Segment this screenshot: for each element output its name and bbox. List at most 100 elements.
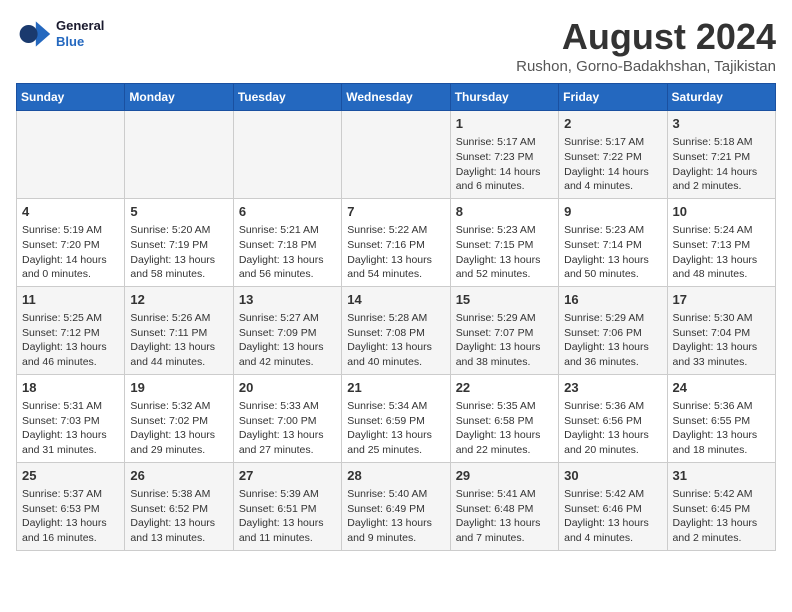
calendar-cell: 5Sunrise: 5:20 AM Sunset: 7:19 PM Daylig… bbox=[125, 198, 233, 286]
day-info: Sunrise: 5:33 AM Sunset: 7:00 PM Dayligh… bbox=[239, 399, 336, 458]
calendar-cell: 9 Sunrise: 5:23 AM Sunset: 7:14 PM Daylig… bbox=[559, 198, 667, 286]
day-info: Sunrise: 5:21 AM Sunset: 7:18 PM Dayligh… bbox=[239, 223, 336, 282]
day-number: 15 bbox=[456, 291, 553, 309]
day-info: Sunrise: 5:23 AM Sunset: 7:14 PM Dayligh… bbox=[564, 223, 661, 282]
calendar-cell: 28 Sunrise: 5:40 AM Sunset: 6:49 PM Dayli… bbox=[342, 462, 450, 550]
weekday-header-sunday: Sunday bbox=[17, 84, 125, 111]
calendar-cell: 2 Sunrise: 5:17 AM Sunset: 7:22 PM Daylig… bbox=[559, 111, 667, 199]
calendar-week-3: 11Sunrise: 5:25 AM Sunset: 7:12 PM Dayli… bbox=[17, 286, 776, 374]
calendar-cell: 1 Sunrise: 5:17 AM Sunset: 7:23 PM Daylig… bbox=[450, 111, 558, 199]
day-number: 3 bbox=[673, 115, 770, 133]
weekday-header-row: SundayMondayTuesdayWednesdayThursdayFrid… bbox=[17, 84, 776, 111]
calendar-cell: 27Sunrise: 5:39 AM Sunset: 6:51 PM Dayli… bbox=[233, 462, 341, 550]
calendar-cell: 12 Sunrise: 5:26 AM Sunset: 7:11 PM Dayli… bbox=[125, 286, 233, 374]
weekday-header-friday: Friday bbox=[559, 84, 667, 111]
day-info: Sunrise: 5:18 AM Sunset: 7:21 PM Dayligh… bbox=[673, 135, 770, 194]
calendar-cell bbox=[17, 111, 125, 199]
day-number: 12 bbox=[130, 291, 227, 309]
day-number: 9 bbox=[564, 203, 661, 221]
day-number: 5 bbox=[130, 203, 227, 221]
calendar-week-4: 18 Sunrise: 5:31 AM Sunset: 7:03 PM Dayli… bbox=[17, 374, 776, 462]
logo-line2: Blue bbox=[56, 34, 104, 50]
logo-icon bbox=[16, 16, 52, 52]
day-info: Sunrise: 5:41 AM Sunset: 6:48 PM Dayligh… bbox=[456, 487, 553, 546]
day-info: Sunrise: 5:34 AM Sunset: 6:59 PM Dayligh… bbox=[347, 399, 444, 458]
day-number: 24 bbox=[673, 379, 770, 397]
day-number: 16 bbox=[564, 291, 661, 309]
day-info: Sunrise: 5:30 AM Sunset: 7:04 PM Dayligh… bbox=[673, 311, 770, 370]
day-number: 1 bbox=[456, 115, 553, 133]
day-number: 22 bbox=[456, 379, 553, 397]
day-info: Sunrise: 5:32 AM Sunset: 7:02 PM Dayligh… bbox=[130, 399, 227, 458]
day-number: 14 bbox=[347, 291, 444, 309]
day-number: 27 bbox=[239, 467, 336, 485]
day-number: 19 bbox=[130, 379, 227, 397]
day-info: Sunrise: 5:28 AM Sunset: 7:08 PM Dayligh… bbox=[347, 311, 444, 370]
calendar-cell: 19 Sunrise: 5:32 AM Sunset: 7:02 PM Dayli… bbox=[125, 374, 233, 462]
day-number: 17 bbox=[673, 291, 770, 309]
calendar-cell: 23Sunrise: 5:36 AM Sunset: 6:56 PM Dayli… bbox=[559, 374, 667, 462]
day-number: 28 bbox=[347, 467, 444, 485]
day-info: Sunrise: 5:27 AM Sunset: 7:09 PM Dayligh… bbox=[239, 311, 336, 370]
day-info: Sunrise: 5:25 AM Sunset: 7:12 PM Dayligh… bbox=[22, 311, 119, 370]
calendar-cell: 13 Sunrise: 5:27 AM Sunset: 7:09 PM Dayli… bbox=[233, 286, 341, 374]
calendar-cell: 7Sunrise: 5:22 AM Sunset: 7:16 PM Daylig… bbox=[342, 198, 450, 286]
calendar-cell: 31 Sunrise: 5:42 AM Sunset: 6:45 PM Dayli… bbox=[667, 462, 775, 550]
day-number: 2 bbox=[564, 115, 661, 133]
day-info: Sunrise: 5:37 AM Sunset: 6:53 PM Dayligh… bbox=[22, 487, 119, 546]
day-number: 6 bbox=[239, 203, 336, 221]
calendar-cell bbox=[125, 111, 233, 199]
month-title: August 2024 bbox=[516, 16, 776, 58]
day-info: Sunrise: 5:31 AM Sunset: 7:03 PM Dayligh… bbox=[22, 399, 119, 458]
page-header: General Blue August 2024 Rushon, Gorno-B… bbox=[16, 16, 776, 75]
location: Rushon, Gorno-Badakhshan, Tajikistan bbox=[516, 58, 776, 75]
calendar-cell: 14 Sunrise: 5:28 AM Sunset: 7:08 PM Dayli… bbox=[342, 286, 450, 374]
logo-text: General Blue bbox=[56, 18, 104, 49]
day-number: 23 bbox=[564, 379, 661, 397]
day-number: 25 bbox=[22, 467, 119, 485]
logo: General Blue bbox=[16, 16, 104, 52]
calendar-cell: 11Sunrise: 5:25 AM Sunset: 7:12 PM Dayli… bbox=[17, 286, 125, 374]
calendar-cell: 20 Sunrise: 5:33 AM Sunset: 7:00 PM Dayli… bbox=[233, 374, 341, 462]
day-info: Sunrise: 5:19 AM Sunset: 7:20 PM Dayligh… bbox=[22, 223, 119, 282]
calendar-week-5: 25 Sunrise: 5:37 AM Sunset: 6:53 PM Dayli… bbox=[17, 462, 776, 550]
day-info: Sunrise: 5:26 AM Sunset: 7:11 PM Dayligh… bbox=[130, 311, 227, 370]
weekday-header-monday: Monday bbox=[125, 84, 233, 111]
title-block: August 2024 Rushon, Gorno-Badakhshan, Ta… bbox=[516, 16, 776, 75]
day-number: 4 bbox=[22, 203, 119, 221]
day-info: Sunrise: 5:24 AM Sunset: 7:13 PM Dayligh… bbox=[673, 223, 770, 282]
calendar-cell: 6 Sunrise: 5:21 AM Sunset: 7:18 PM Daylig… bbox=[233, 198, 341, 286]
day-info: Sunrise: 5:17 AM Sunset: 7:22 PM Dayligh… bbox=[564, 135, 661, 194]
calendar-cell: 18 Sunrise: 5:31 AM Sunset: 7:03 PM Dayli… bbox=[17, 374, 125, 462]
day-info: Sunrise: 5:40 AM Sunset: 6:49 PM Dayligh… bbox=[347, 487, 444, 546]
weekday-header-thursday: Thursday bbox=[450, 84, 558, 111]
day-info: Sunrise: 5:17 AM Sunset: 7:23 PM Dayligh… bbox=[456, 135, 553, 194]
day-info: Sunrise: 5:42 AM Sunset: 6:45 PM Dayligh… bbox=[673, 487, 770, 546]
day-info: Sunrise: 5:22 AM Sunset: 7:16 PM Dayligh… bbox=[347, 223, 444, 282]
day-info: Sunrise: 5:36 AM Sunset: 6:55 PM Dayligh… bbox=[673, 399, 770, 458]
day-info: Sunrise: 5:29 AM Sunset: 7:06 PM Dayligh… bbox=[564, 311, 661, 370]
day-number: 29 bbox=[456, 467, 553, 485]
calendar-cell bbox=[342, 111, 450, 199]
day-number: 31 bbox=[673, 467, 770, 485]
day-info: Sunrise: 5:23 AM Sunset: 7:15 PM Dayligh… bbox=[456, 223, 553, 282]
calendar-cell: 24 Sunrise: 5:36 AM Sunset: 6:55 PM Dayli… bbox=[667, 374, 775, 462]
day-number: 20 bbox=[239, 379, 336, 397]
day-number: 18 bbox=[22, 379, 119, 397]
calendar-week-2: 4 Sunrise: 5:19 AM Sunset: 7:20 PM Daylig… bbox=[17, 198, 776, 286]
calendar-cell bbox=[233, 111, 341, 199]
calendar-cell: 26Sunrise: 5:38 AM Sunset: 6:52 PM Dayli… bbox=[125, 462, 233, 550]
calendar-cell: 30Sunrise: 5:42 AM Sunset: 6:46 PM Dayli… bbox=[559, 462, 667, 550]
day-number: 30 bbox=[564, 467, 661, 485]
calendar-cell: 25 Sunrise: 5:37 AM Sunset: 6:53 PM Dayli… bbox=[17, 462, 125, 550]
day-number: 21 bbox=[347, 379, 444, 397]
day-number: 8 bbox=[456, 203, 553, 221]
calendar-cell: 10Sunrise: 5:24 AM Sunset: 7:13 PM Dayli… bbox=[667, 198, 775, 286]
day-number: 13 bbox=[239, 291, 336, 309]
calendar-cell: 15Sunrise: 5:29 AM Sunset: 7:07 PM Dayli… bbox=[450, 286, 558, 374]
calendar-cell: 3 Sunrise: 5:18 AM Sunset: 7:21 PM Daylig… bbox=[667, 111, 775, 199]
day-number: 26 bbox=[130, 467, 227, 485]
calendar-cell: 21 Sunrise: 5:34 AM Sunset: 6:59 PM Dayli… bbox=[342, 374, 450, 462]
calendar-cell: 16 Sunrise: 5:29 AM Sunset: 7:06 PM Dayli… bbox=[559, 286, 667, 374]
calendar-week-1: 1 Sunrise: 5:17 AM Sunset: 7:23 PM Daylig… bbox=[17, 111, 776, 199]
